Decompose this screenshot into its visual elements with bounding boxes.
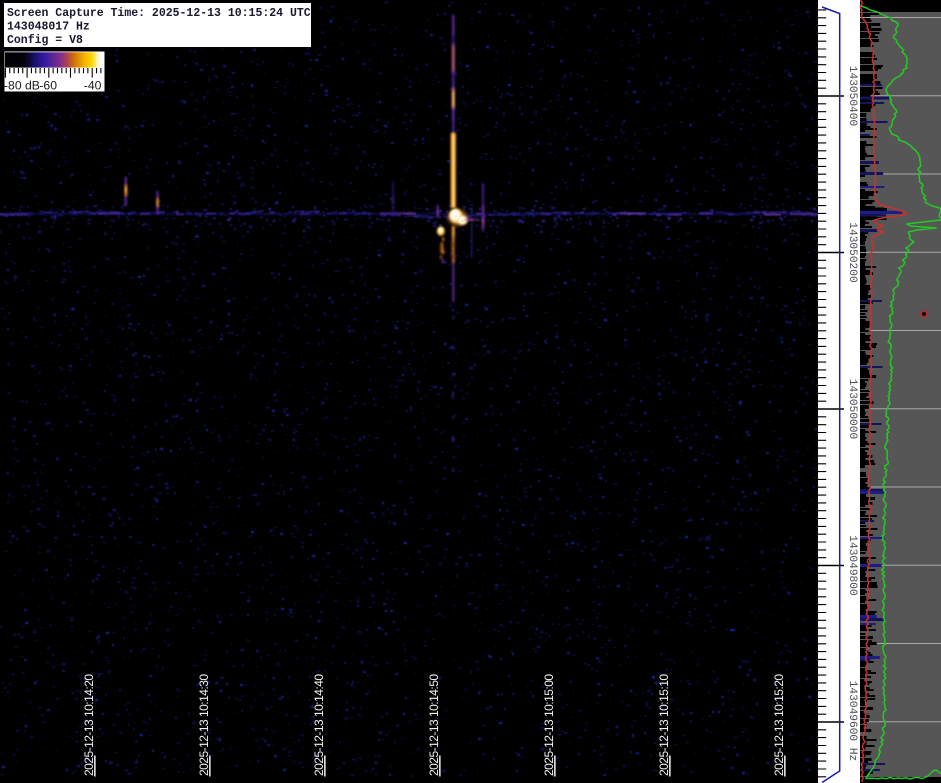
svg-text:Config = V8: Config = V8 [7, 34, 83, 47]
svg-text:2025-12-13 10:14:40: 2025-12-13 10:14:40 [312, 674, 326, 776]
svg-text:143050000: 143050000 [846, 379, 858, 440]
svg-text:2025-12-13 10:14:20: 2025-12-13 10:14:20 [82, 674, 96, 776]
svg-text:2025-12-13 10:15:10: 2025-12-13 10:15:10 [657, 674, 671, 776]
svg-text:2025-12-13 10:14:30: 2025-12-13 10:14:30 [197, 674, 211, 776]
svg-text:-40: -40 [84, 79, 102, 93]
svg-text:2025-12-13 10:15:00: 2025-12-13 10:15:00 [542, 674, 556, 776]
svg-text:143048017 Hz: 143048017 Hz [7, 21, 90, 34]
svg-text:-80 dB: -80 dB [4, 79, 40, 93]
svg-text:-60: -60 [39, 79, 57, 93]
svg-text:2025-12-13 10:15:20: 2025-12-13 10:15:20 [772, 674, 786, 776]
svg-text:2025-12-13 10:14:50: 2025-12-13 10:14:50 [427, 674, 441, 776]
svg-text:Screen Capture Time: 2025-12-1: Screen Capture Time: 2025-12-13 10:15:24… [7, 7, 311, 20]
svg-text:143050400: 143050400 [846, 66, 858, 127]
svg-text:143049800: 143049800 [846, 535, 858, 596]
svg-text:143049600 Hz: 143049600 Hz [846, 681, 858, 762]
svg-text:143050200: 143050200 [846, 222, 858, 283]
